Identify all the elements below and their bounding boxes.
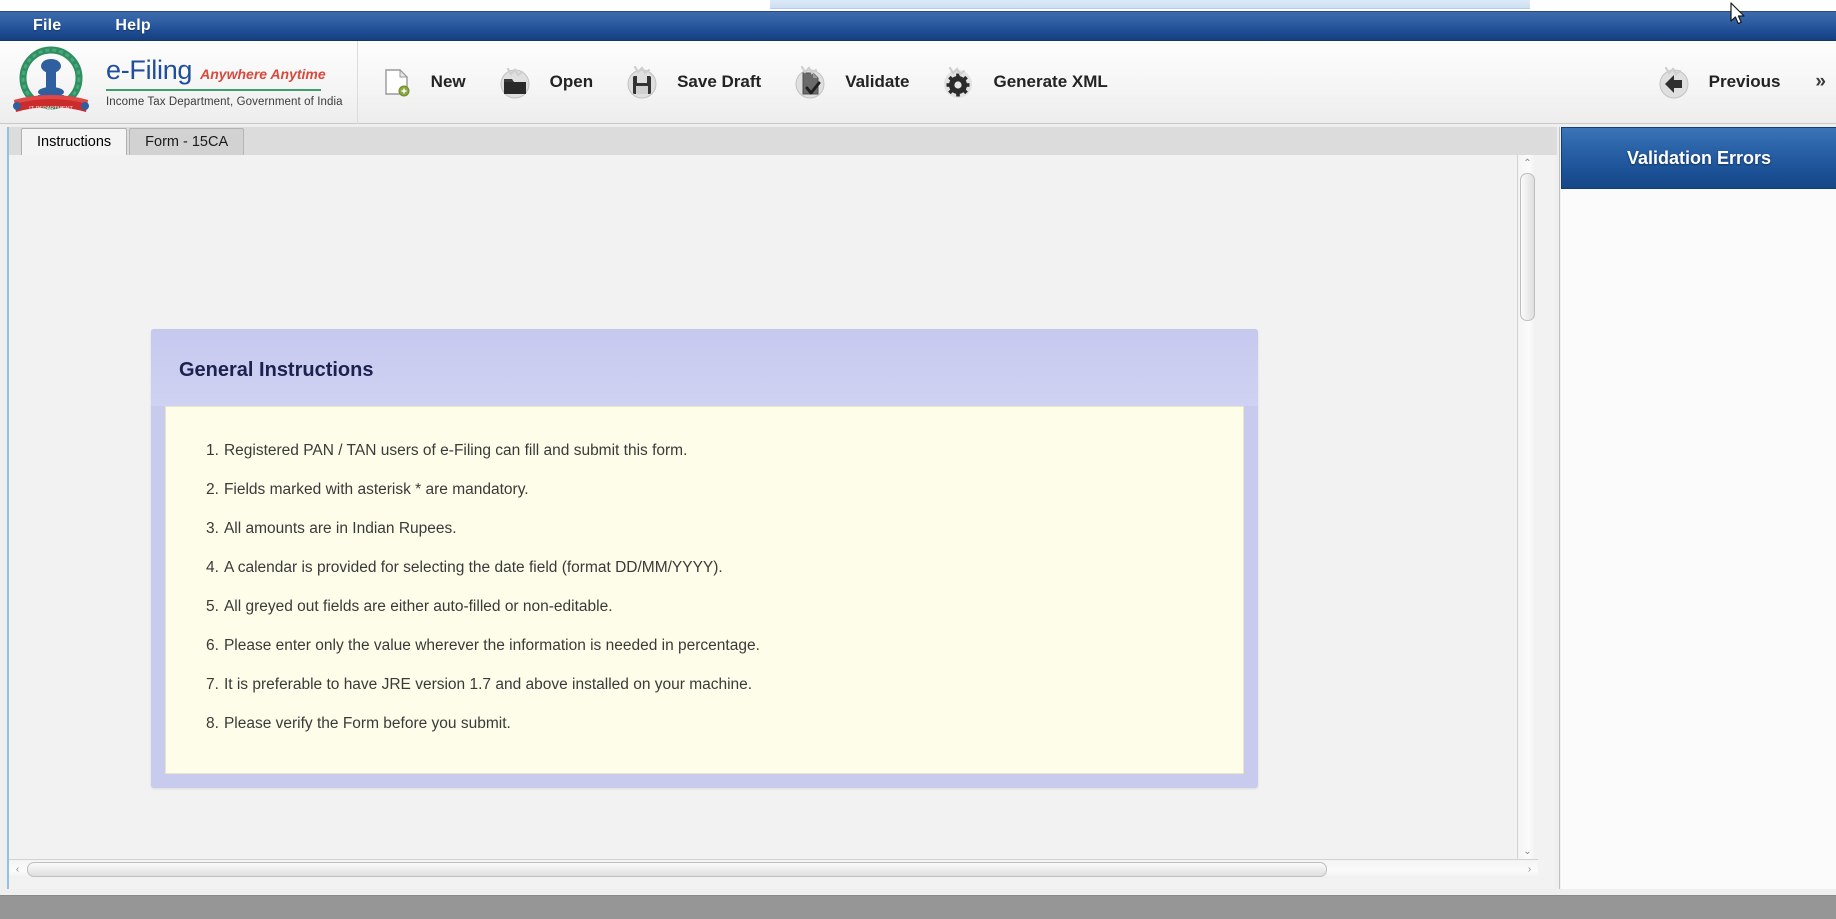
instruction-item: 3. All amounts are in Indian Rupees. xyxy=(196,509,1243,548)
new-button-label: New xyxy=(431,72,466,92)
validation-errors-header[interactable]: Validation Errors xyxy=(1561,127,1836,189)
validate-button-label: Validate xyxy=(845,72,909,92)
instruction-text: All amounts are in Indian Rupees. xyxy=(224,520,457,537)
instructions-list: 1. Registered PAN / TAN users of e-Filing… xyxy=(165,406,1244,774)
main-content-card: Instructions Form - 15CA General Instruc… xyxy=(7,127,1555,889)
previous-button-label: Previous xyxy=(1709,72,1781,92)
save-draft-button[interactable]: Save Draft xyxy=(612,46,780,118)
horizontal-scrollbar-thumb[interactable] xyxy=(27,862,1327,877)
scroll-right-icon[interactable]: › xyxy=(1521,860,1538,879)
new-button[interactable]: New xyxy=(366,46,485,118)
instructions-header: General Instructions xyxy=(151,329,1258,406)
toolbar-overflow-button[interactable]: » xyxy=(1799,71,1836,93)
instruction-text: Please verify the Form before you submit… xyxy=(224,715,511,732)
new-document-icon xyxy=(373,59,419,105)
open-button-label: Open xyxy=(550,72,593,92)
instruction-item: 1. Registered PAN / TAN users of e-Filing… xyxy=(196,431,1243,470)
scroll-left-icon[interactable]: ‹ xyxy=(9,860,26,879)
tab-form-15ca[interactable]: Form - 15CA xyxy=(129,128,244,155)
open-button[interactable]: Open xyxy=(485,46,612,118)
instruction-number: 5. xyxy=(206,598,219,615)
instruction-item: 7. It is preferable to have JRE version 1… xyxy=(196,665,1243,704)
instruction-number: 2. xyxy=(206,481,219,498)
tab-instructions[interactable]: Instructions xyxy=(21,128,127,155)
content-viewport: General Instructions 1. Registered PAN / … xyxy=(9,155,1538,860)
save-draft-button-label: Save Draft xyxy=(677,72,761,92)
instruction-text: Fields marked with asterisk * are mandat… xyxy=(224,481,529,498)
instruction-text: A calendar is provided for selecting the… xyxy=(224,559,723,576)
instructions-title: General Instructions xyxy=(179,359,1258,382)
instruction-item: 6. Please enter only the value wherever t… xyxy=(196,626,1243,665)
application-window: File Help IT DEPARTMENT xyxy=(0,0,1836,919)
bottom-status-strip xyxy=(0,895,1836,919)
instruction-number: 8. xyxy=(206,715,219,732)
india-emblem-icon: IT DEPARTMENT xyxy=(8,44,94,120)
open-folder-icon xyxy=(492,59,538,105)
instruction-number: 4. xyxy=(206,559,219,576)
horizontal-scrollbar[interactable]: ‹ › xyxy=(9,859,1538,878)
generate-xml-button[interactable]: Generate XML xyxy=(928,46,1126,118)
validation-errors-title: Validation Errors xyxy=(1627,148,1771,169)
brand-department: Income Tax Department, Government of Ind… xyxy=(106,96,343,108)
general-instructions-panel: General Instructions 1. Registered PAN / … xyxy=(151,329,1258,788)
validate-button[interactable]: Validate xyxy=(780,46,928,118)
instruction-item: 4. A calendar is provided for selecting t… xyxy=(196,548,1243,587)
background-window-strip xyxy=(0,0,1836,11)
gear-icon xyxy=(935,59,981,105)
generate-xml-button-label: Generate XML xyxy=(993,72,1107,92)
toolbar-buttons: New Open xyxy=(358,41,1836,124)
background-window-pane xyxy=(770,0,1530,9)
instruction-number: 7. xyxy=(206,676,219,693)
brand-name: e-Filing xyxy=(106,57,192,84)
brand-divider xyxy=(106,89,321,91)
brand-text: e-Filing Anywhere Anytime Income Tax Dep… xyxy=(94,57,343,108)
instruction-text: It is preferable to have JRE version 1.7… xyxy=(224,676,752,693)
instruction-text: All greyed out fields are either auto-fi… xyxy=(224,598,613,615)
vertical-scrollbar[interactable]: ⌃ ⌄ xyxy=(1517,155,1536,860)
scroll-up-icon[interactable]: ⌃ xyxy=(1518,155,1537,172)
instruction-item: 5. All greyed out fields are either auto-… xyxy=(196,587,1243,626)
instruction-item: 8. Please verify the Form before you subm… xyxy=(196,704,1243,743)
scroll-down-icon[interactable]: ⌄ xyxy=(1518,843,1537,860)
brand-tagline: Anywhere Anytime xyxy=(200,67,326,81)
instruction-text: Please enter only the value wherever the… xyxy=(224,637,760,654)
menu-bar: File Help xyxy=(0,11,1836,41)
instruction-text: Registered PAN / TAN users of e-Filing c… xyxy=(224,442,687,459)
brand-block: IT DEPARTMENT e-Filing Anywhere Anytime … xyxy=(0,41,358,124)
validation-errors-list[interactable] xyxy=(1561,189,1836,889)
body-area: Instructions Form - 15CA General Instruc… xyxy=(0,124,1836,895)
previous-button[interactable]: Previous xyxy=(1644,46,1800,118)
menu-item-help[interactable]: Help xyxy=(108,15,157,37)
arrow-left-icon xyxy=(1651,59,1697,105)
instruction-number: 3. xyxy=(206,520,219,537)
validation-errors-panel: Validation Errors xyxy=(1559,127,1836,889)
save-floppy-icon xyxy=(619,59,665,105)
toolbar: IT DEPARTMENT e-Filing Anywhere Anytime … xyxy=(0,41,1836,124)
instruction-item: 2. Fields marked with asterisk * are mand… xyxy=(196,470,1243,509)
instruction-number: 1. xyxy=(206,442,219,459)
instruction-number: 6. xyxy=(206,637,219,654)
validate-check-icon xyxy=(787,59,833,105)
svg-text:IT DEPARTMENT: IT DEPARTMENT xyxy=(29,106,73,112)
menu-item-file[interactable]: File xyxy=(26,15,68,37)
tab-strip: Instructions Form - 15CA xyxy=(9,127,1557,155)
vertical-scrollbar-thumb[interactable] xyxy=(1520,173,1535,321)
